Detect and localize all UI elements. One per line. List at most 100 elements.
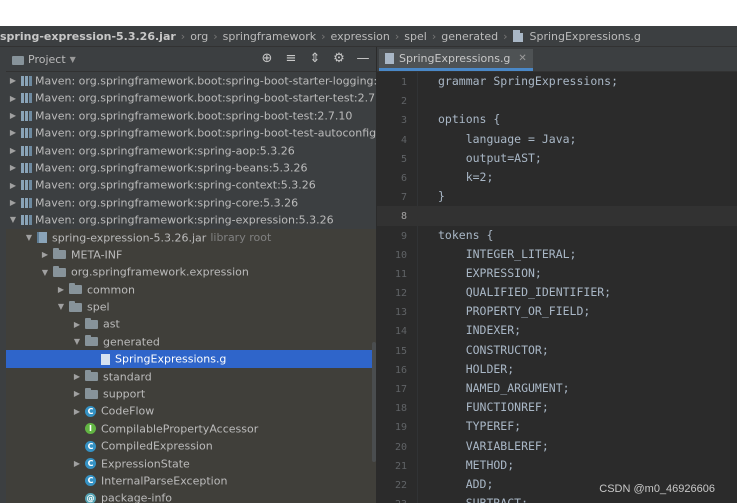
class-icon: C: [85, 475, 96, 487]
chevron-right-icon[interactable]: ▶: [72, 368, 82, 385]
tree-item-label: Maven: org.springframework:spring-core:5…: [35, 196, 299, 210]
code-line[interactable]: 10 INTEGER_LITERAL;: [377, 245, 737, 264]
breadcrumb-item[interactable]: expression: [328, 30, 393, 43]
code-line[interactable]: 17 NAMED_ARGUMENT;: [377, 379, 737, 398]
tree-item[interactable]: ▶ Maven: org.springframework.boot:spring-…: [6, 89, 376, 106]
chevron-right-icon[interactable]: ▶: [72, 455, 82, 472]
code-text: PROPERTY_OR_FIELD;: [438, 304, 591, 319]
tab-springexpressions-g[interactable]: SpringExpressions.g ✕: [379, 49, 533, 71]
tree-item[interactable]: ▼ Maven: org.springframework:spring-expre…: [6, 211, 376, 228]
code-line[interactable]: 7}: [377, 187, 737, 206]
close-icon[interactable]: ✕: [518, 53, 526, 64]
code-line[interactable]: 4 language = Java;: [377, 130, 737, 149]
hide-icon[interactable]: —: [356, 51, 370, 66]
code-line[interactable]: 9 tokens {: [377, 226, 737, 245]
code-line[interactable]: 16 HOLDER;: [377, 360, 737, 379]
tree-item[interactable]: ▶ standard: [6, 367, 376, 386]
tree-item-label: META-INF: [71, 248, 123, 262]
project-view-selector[interactable]: Project ▼: [12, 53, 76, 66]
code-line[interactable]: 19 TYPEREF;: [377, 417, 737, 436]
chevron-down-icon[interactable]: ▼: [24, 229, 34, 246]
chevron-down-icon[interactable]: ▼: [40, 264, 50, 281]
chevron-right-icon[interactable]: ▶: [8, 124, 18, 141]
code-line[interactable]: 6 k=2;: [377, 168, 737, 187]
code-line[interactable]: 14 INDEXER;: [377, 321, 737, 340]
code-line[interactable]: 21 METHOD;: [377, 456, 737, 475]
tree-item[interactable]: SpringExpressions.g: [6, 350, 376, 368]
tree-item[interactable]: ▶ Maven: org.springframework:spring-conte…: [6, 176, 376, 193]
chevron-right-icon[interactable]: ▶: [72, 403, 82, 420]
tree-item[interactable]: ▶ Maven: org.springframework:spring-core:…: [6, 194, 376, 211]
code-line[interactable]: 8: [377, 206, 737, 226]
code-line[interactable]: 5 output=AST;: [377, 149, 737, 168]
breadcrumb-item[interactable]: springframework: [220, 30, 319, 43]
breadcrumb-item[interactable]: generated: [438, 30, 501, 43]
tree-item[interactable]: ▶ Maven: org.springframework.boot:spring-…: [6, 72, 376, 89]
library-icon: [21, 215, 32, 226]
tree-item[interactable]: ▶ Maven: org.springframework.boot:spring-…: [6, 107, 376, 124]
line-number: 16: [394, 364, 407, 376]
code-line[interactable]: 13 PROPERTY_OR_FIELD;: [377, 302, 737, 321]
tree-item[interactable]: C CompiledExpression: [6, 437, 376, 455]
tree-item[interactable]: ▼ generated: [6, 332, 376, 351]
tree-item[interactable]: ▼ spel: [6, 298, 376, 316]
scrollbar-thumb[interactable]: [372, 342, 376, 462]
grammar-file-icon: [385, 53, 394, 64]
code-line[interactable]: 20 VARIABLEREF;: [377, 437, 737, 456]
chevron-right-icon[interactable]: ▶: [8, 194, 18, 211]
gear-icon[interactable]: ⚙: [332, 51, 346, 66]
chevron-right-icon[interactable]: ▶: [56, 281, 66, 298]
breadcrumb-item[interactable]: SpringExpressions.g: [526, 30, 643, 43]
tree-item[interactable]: ▼ spring-expression-5.3.26.jar library roo…: [6, 228, 376, 246]
code-line[interactable]: 12 QUALIFIED_IDENTIFIER;: [377, 283, 737, 302]
tree-item-label: org.springframework.expression: [71, 265, 249, 279]
code-line[interactable]: 23 SUBTRACT;: [377, 494, 737, 503]
breadcrumb-item[interactable]: spel: [401, 30, 430, 43]
chevron-right-icon[interactable]: ▶: [8, 72, 18, 89]
tree-item[interactable]: ▶ Maven: org.springframework:spring-aop:5…: [6, 142, 376, 159]
line-number: 19: [394, 422, 407, 434]
tree-item[interactable]: ▶ Maven: org.springframework.boot:spring-…: [6, 124, 376, 141]
code-line[interactable]: 3 options {: [377, 110, 737, 129]
breadcrumb-item[interactable]: spring-expression-5.3.26.jar: [0, 30, 179, 43]
chevron-down-icon[interactable]: ▼: [56, 298, 66, 315]
tree-item[interactable]: ▶ ast: [6, 315, 376, 333]
code-line[interactable]: 1 grammar SpringExpressions;: [377, 72, 737, 91]
code-line[interactable]: 15 CONSTRUCTOR;: [377, 341, 737, 360]
line-number: 6: [400, 172, 407, 184]
code-area[interactable]: 1 grammar SpringExpressions; 2 3 options {4 …: [377, 72, 737, 503]
chevron-right-icon[interactable]: ▶: [72, 316, 82, 333]
chevron-right-icon[interactable]: ▶: [8, 90, 18, 107]
expand-all-icon[interactable]: ⇕: [308, 51, 322, 66]
tree-item-label: generated: [103, 335, 160, 349]
code-text: ADD;: [438, 476, 494, 491]
chevron-right-icon[interactable]: ▶: [8, 107, 18, 124]
chevron-down-icon[interactable]: ▼: [8, 211, 18, 228]
tree-item[interactable]: ▶ support: [6, 385, 376, 403]
tree-item[interactable]: I CompilablePropertyAccessor: [6, 419, 376, 438]
code-line[interactable]: 2: [377, 91, 737, 110]
chevron-down-icon[interactable]: ▼: [72, 333, 82, 350]
tree-item[interactable]: ▼ org.springframework.expression: [6, 263, 376, 281]
tree-item[interactable]: C InternalParseException: [6, 471, 376, 490]
tree-item[interactable]: ▶ Maven: org.springframework:spring-beans…: [6, 159, 376, 176]
code-text: QUALIFIED_IDENTIFIER;: [438, 285, 612, 300]
code-text: FUNCTIONREF;: [438, 400, 549, 415]
tree-item[interactable]: ▶ C ExpressionState: [6, 454, 376, 472]
chevron-right-icon[interactable]: ▶: [8, 159, 18, 176]
chevron-right-icon[interactable]: ▶: [40, 246, 50, 263]
code-line[interactable]: 11 EXPRESSION;: [377, 264, 737, 283]
chevron-right-icon[interactable]: ▶: [8, 142, 18, 159]
collapse-all-icon[interactable]: ≡: [284, 51, 298, 66]
chevron-right-icon[interactable]: ▶: [72, 385, 82, 402]
line-number: 21: [394, 460, 407, 472]
library-icon: [21, 162, 32, 173]
code-line[interactable]: 18 FUNCTIONREF;: [377, 398, 737, 417]
tree-item[interactable]: ▶ C CodeFlow: [6, 402, 376, 420]
tree-item[interactable]: ▶ common: [6, 280, 376, 299]
chevron-right-icon[interactable]: ▶: [8, 177, 18, 194]
tree-item[interactable]: @ package-info: [6, 489, 376, 503]
tree-item[interactable]: ▶ META-INF: [6, 245, 376, 264]
breadcrumb-item[interactable]: org: [187, 30, 211, 43]
locate-icon[interactable]: ⊕: [260, 51, 274, 66]
